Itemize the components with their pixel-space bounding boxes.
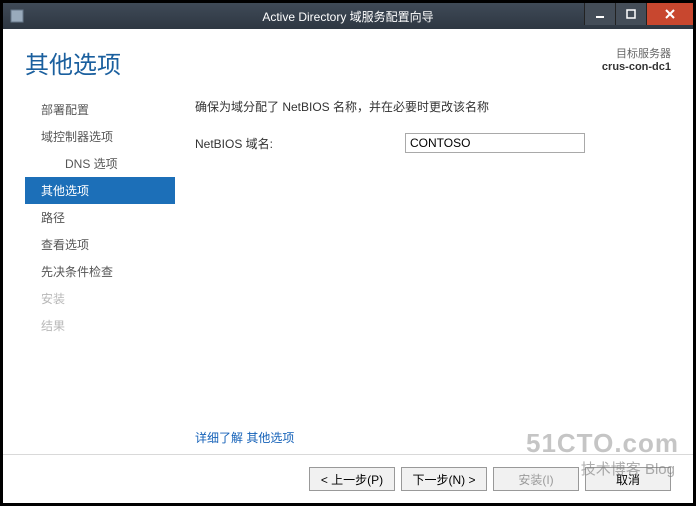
target-server-label: 目标服务器 [602, 45, 671, 61]
main-panel: 确保为域分配了 NetBIOS 名称，并在必要时更改该名称 NetBIOS 域名… [175, 96, 671, 454]
netbios-row: NetBIOS 域名: [195, 133, 671, 153]
content-area: 部署配置 域控制器选项 DNS 选项 其他选项 路径 查看选项 先决条件检查 安… [3, 86, 693, 454]
step-dc-options[interactable]: 域控制器选项 [25, 123, 175, 150]
close-button[interactable] [646, 3, 693, 25]
step-paths[interactable]: 路径 [25, 204, 175, 231]
step-results: 结果 [25, 312, 175, 339]
prev-button[interactable]: < 上一步(P) [309, 467, 395, 491]
wizard-steps-sidebar: 部署配置 域控制器选项 DNS 选项 其他选项 路径 查看选项 先决条件检查 安… [25, 96, 175, 454]
wizard-window: Active Directory 域服务配置向导 其他选项 目标服务器 crus… [0, 0, 696, 506]
footer: < 上一步(P) 下一步(N) > 安装(I) 取消 [3, 454, 693, 503]
cancel-button[interactable]: 取消 [585, 467, 671, 491]
step-dns-options[interactable]: DNS 选项 [25, 150, 175, 177]
target-server-name: crus-con-dc1 [602, 61, 671, 73]
netbios-label: NetBIOS 域名: [195, 135, 405, 152]
netbios-input[interactable] [405, 133, 585, 153]
next-button[interactable]: 下一步(N) > [401, 467, 487, 491]
target-server-box: 目标服务器 crus-con-dc1 [602, 45, 671, 73]
window-controls [584, 3, 693, 25]
header: 其他选项 目标服务器 crus-con-dc1 [3, 29, 693, 86]
step-install: 安装 [25, 285, 175, 312]
install-button: 安装(I) [493, 467, 579, 491]
step-review-options[interactable]: 查看选项 [25, 231, 175, 258]
step-prereq-check[interactable]: 先决条件检查 [25, 258, 175, 285]
window-body: 其他选项 目标服务器 crus-con-dc1 部署配置 域控制器选项 DNS … [3, 29, 693, 503]
minimize-button[interactable] [584, 3, 615, 25]
page-title: 其他选项 [25, 45, 121, 80]
hint-text: 确保为域分配了 NetBIOS 名称，并在必要时更改该名称 [195, 98, 671, 115]
step-deployment-config[interactable]: 部署配置 [25, 96, 175, 123]
maximize-button[interactable] [615, 3, 646, 25]
app-icon [7, 9, 27, 23]
titlebar: Active Directory 域服务配置向导 [3, 3, 693, 29]
learn-more-link[interactable]: 详细了解 其他选项 [195, 429, 294, 446]
step-additional-options[interactable]: 其他选项 [25, 177, 175, 204]
